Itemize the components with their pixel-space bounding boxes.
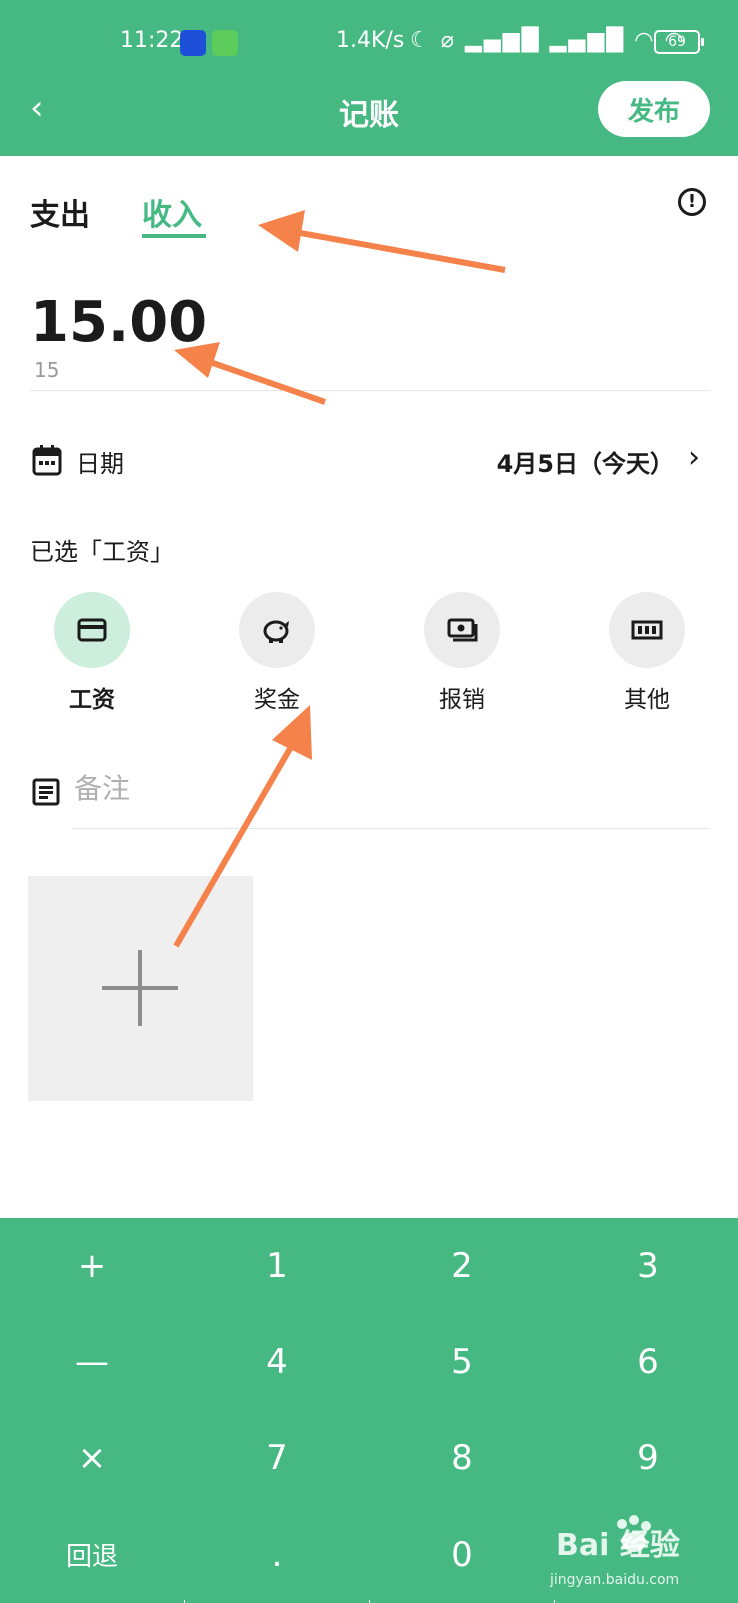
- signal-icons: ☾ ⌀ ▂▄▆█ ▂▄▆█ ◠ ◠: [410, 28, 686, 53]
- key-dot[interactable]: .: [185, 1506, 369, 1603]
- battery-icon: 69: [654, 30, 704, 54]
- key-8[interactable]: 8: [370, 1410, 554, 1505]
- key-5[interactable]: 5: [370, 1314, 554, 1409]
- status-time: 11:22: [120, 28, 184, 53]
- status-bar: 11:22 1.4K/s ☾ ⌀ ▂▄▆█ ▂▄▆█ ◠ ◠ 69: [0, 18, 738, 66]
- add-photo-button[interactable]: [28, 876, 253, 1101]
- chevron-right-icon: ›: [688, 440, 700, 475]
- key-6[interactable]: 6: [555, 1314, 738, 1409]
- key-1[interactable]: 1: [185, 1218, 369, 1313]
- selected-category-text: 已选「工资」: [30, 538, 174, 566]
- category-salary[interactable]: 工资: [32, 592, 152, 714]
- key-backspace[interactable]: 回退: [0, 1506, 184, 1603]
- network-speed: 1.4K/s: [336, 28, 405, 53]
- date-row[interactable]: 日期 4月5日（今天） ›: [0, 432, 738, 488]
- other-icon: [631, 620, 663, 640]
- key-4[interactable]: 4: [185, 1314, 369, 1409]
- amount-raw: 15: [34, 358, 60, 382]
- key-minus[interactable]: —: [0, 1314, 184, 1409]
- app-notification-icon: [180, 30, 206, 56]
- key-7[interactable]: 7: [185, 1410, 369, 1505]
- publish-button[interactable]: 发布: [598, 81, 710, 137]
- tab-income[interactable]: 收入: [142, 190, 202, 234]
- category-label: 工资: [69, 687, 115, 713]
- tab-active-indicator: [142, 234, 206, 238]
- date-label: 日期: [76, 450, 124, 478]
- category-other[interactable]: 其他: [587, 592, 707, 714]
- category-icon-bg: [609, 592, 685, 668]
- amount-display: 15.00: [30, 290, 208, 355]
- note-icon: [32, 778, 60, 806]
- key-2[interactable]: 2: [370, 1218, 554, 1313]
- key-9[interactable]: 9: [555, 1410, 738, 1505]
- key-plus[interactable]: +: [0, 1218, 184, 1313]
- divider: [30, 390, 710, 391]
- date-value: 4月5日（今天）: [496, 450, 674, 478]
- category-icon-bg: [54, 592, 130, 668]
- note-input[interactable]: [74, 766, 694, 810]
- key-multiply[interactable]: ×: [0, 1410, 184, 1505]
- cash-icon: [447, 618, 478, 642]
- tab-expense[interactable]: 支出: [30, 190, 90, 234]
- category-label: 报销: [439, 687, 485, 713]
- piggy-bank-icon: [263, 620, 289, 643]
- category-icon-bg: [424, 592, 500, 668]
- category-icon-bg: [239, 592, 315, 668]
- key-0[interactable]: 0: [370, 1506, 554, 1603]
- card-icon: [77, 618, 107, 642]
- watermark-site: jingyan.baidu.com: [550, 1572, 680, 1588]
- category-reimburse[interactable]: 报销: [402, 592, 522, 714]
- calendar-icon: [32, 445, 62, 476]
- category-label: 奖金: [254, 687, 300, 713]
- info-icon[interactable]: !: [678, 188, 706, 216]
- arrow-to-income-tab: [258, 210, 506, 273]
- nav-bar: ‹ 记账 发布: [0, 78, 738, 142]
- baidu-watermark: Bai 经验 jingyan.baidu.com: [548, 1512, 738, 1592]
- paw-icon: [617, 1515, 651, 1552]
- header-bar: 11:22 1.4K/s ☾ ⌀ ▂▄▆█ ▂▄▆█ ◠ ◠ 69 ‹ 记账 发…: [0, 0, 738, 156]
- category-bonus[interactable]: 奖金: [217, 592, 337, 714]
- app-notification-icon: [212, 30, 238, 56]
- divider: [72, 828, 710, 829]
- plus-icon: [102, 950, 178, 1026]
- category-label: 其他: [624, 687, 670, 713]
- key-3[interactable]: 3: [555, 1218, 738, 1313]
